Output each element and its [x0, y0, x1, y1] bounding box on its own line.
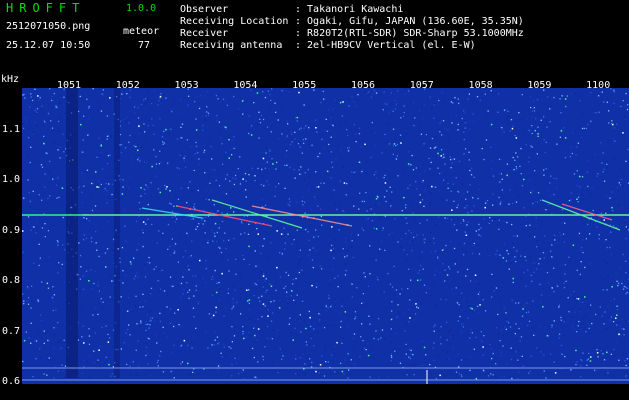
- y-tick-1.0: 1.0: [2, 174, 21, 186]
- y-axis-unit: kHz: [1, 74, 20, 85]
- dark-band: [66, 88, 78, 378]
- observer-label: Observer: [180, 4, 229, 15]
- y-tick-0.9: 0.9: [2, 224, 21, 236]
- receiver-label: Receiver: [180, 28, 229, 39]
- y-tick-0.8: 0.8: [2, 275, 21, 287]
- header-panel: HROFFT 1.0.0 2512071050.png 25.12.07 10:…: [0, 0, 629, 72]
- y-tick-0.7: 0.7: [2, 325, 21, 337]
- location-value: : Ogaki, Gifu, JAPAN (136.60E, 35.35N): [295, 16, 524, 27]
- location-label: Receiving Location: [180, 16, 289, 27]
- spectrogram: [22, 88, 629, 400]
- detection-count: 77: [138, 40, 151, 51]
- amplitude-bg: [22, 384, 629, 400]
- receiver-value: : R820T2(RTL-SDR) SDR-Sharp 53.1000MHz: [295, 28, 524, 39]
- detection-type: meteor: [123, 26, 160, 37]
- timestamp: 25.12.07 10:50: [6, 40, 91, 51]
- dark-band-2: [114, 88, 120, 378]
- y-tick-0.6: 0.6: [2, 376, 21, 387]
- observer-value: : Takanori Kawachi: [295, 4, 404, 15]
- app-title: HROFFT: [6, 1, 86, 15]
- noise-layer: [22, 88, 629, 380]
- app-version: 1.0.0: [126, 3, 157, 14]
- antenna-value: : 2el-HB9CV Vertical (el. E-W): [295, 40, 476, 51]
- spectrogram-canvas: [22, 88, 629, 400]
- antenna-label: Receiving antenna: [180, 40, 283, 51]
- y-tick-1.1: 1.1: [2, 124, 21, 135]
- file-name: 2512071050.png: [6, 21, 91, 32]
